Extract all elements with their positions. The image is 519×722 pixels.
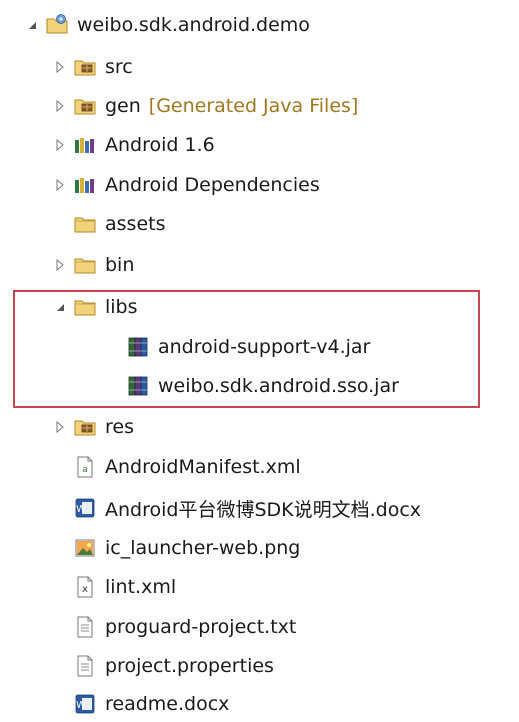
expanded-arrow-icon[interactable] (53, 300, 67, 314)
tree-item-file[interactable]: project.properties (73, 649, 274, 683)
tree-item-label: src (105, 56, 133, 78)
source-folder-icon (73, 94, 97, 118)
folder-icon (73, 295, 97, 319)
tree-item-label: weibo.sdk.android.demo (77, 14, 310, 36)
resource-folder-icon (73, 415, 97, 439)
tree-item-android-library[interactable]: Android 1.6 (53, 128, 215, 162)
tree-item-label: AndroidManifest.xml (105, 456, 301, 478)
collapsed-arrow-icon[interactable] (53, 60, 67, 74)
text-file-icon (73, 654, 97, 678)
tree-item-label: proguard-project.txt (105, 616, 297, 638)
source-folder-icon (73, 55, 97, 79)
collapsed-arrow-icon[interactable] (53, 99, 67, 113)
tree-item-label: Android平台微博SDK说明文档.docx (105, 498, 422, 521)
tree-item-file[interactable]: Android平台微博SDK说明文档.docx (73, 491, 421, 525)
project-explorer-tree: weibo.sdk.android.demo src gen [Generate… (0, 0, 519, 722)
xml-manifest-icon (73, 455, 97, 479)
tree-item-bin[interactable]: bin (53, 248, 134, 282)
tree-item-src[interactable]: src (53, 50, 133, 84)
generated-files-suffix: [Generated Java Files] (148, 95, 359, 117)
tree-item-label: Android Dependencies (105, 174, 320, 196)
library-container-icon (73, 133, 97, 157)
tree-item-label: ic_launcher-web.png (105, 537, 301, 559)
android-project-folder-icon (45, 13, 69, 37)
tree-item-res[interactable]: res (53, 410, 134, 444)
tree-item-label: gen (105, 95, 141, 117)
tree-item-jar[interactable]: weibo.sdk.android.sso.jar (126, 369, 399, 403)
tree-item-label: libs (105, 296, 138, 318)
tree-item-project[interactable]: weibo.sdk.android.demo (25, 8, 310, 42)
tree-item-file[interactable]: ic_launcher-web.png (73, 531, 300, 565)
tree-item-file[interactable]: proguard-project.txt (73, 610, 296, 644)
word-doc-icon (73, 496, 97, 520)
tree-item-label: Android 1.6 (105, 134, 215, 156)
jar-file-icon (126, 374, 150, 398)
tree-item-jar[interactable]: android-support-v4.jar (126, 330, 370, 364)
collapsed-arrow-icon[interactable] (53, 258, 67, 272)
expanded-arrow-icon[interactable] (25, 18, 39, 32)
tree-item-label: android-support-v4.jar (158, 336, 371, 358)
tree-item-label: project.properties (105, 655, 274, 677)
text-file-icon (73, 615, 97, 639)
library-container-icon (73, 173, 97, 197)
tree-item-file[interactable]: readme.docx (73, 687, 229, 721)
tree-item-label: assets (105, 213, 166, 235)
tree-item-file[interactable]: lint.xml (73, 570, 176, 604)
image-file-icon (73, 536, 97, 560)
tree-item-label: lint.xml (105, 576, 177, 598)
tree-item-android-dependencies[interactable]: Android Dependencies (53, 168, 320, 202)
tree-item-label: readme.docx (105, 693, 230, 715)
tree-item-label: res (105, 416, 134, 438)
word-doc-icon (73, 692, 97, 716)
tree-item-label: bin (105, 254, 135, 276)
collapsed-arrow-icon[interactable] (53, 420, 67, 434)
folder-icon (73, 212, 97, 236)
tree-item-file[interactable]: AndroidManifest.xml (73, 450, 301, 484)
collapsed-arrow-icon[interactable] (53, 138, 67, 152)
tree-item-assets[interactable]: assets (73, 207, 165, 241)
xml-file-icon (73, 575, 97, 599)
jar-file-icon (126, 335, 150, 359)
folder-icon (73, 253, 97, 277)
tree-item-libs[interactable]: libs (53, 290, 138, 324)
tree-item-gen[interactable]: gen [Generated Java Files] (53, 89, 358, 123)
tree-item-label: weibo.sdk.android.sso.jar (158, 375, 399, 397)
collapsed-arrow-icon[interactable] (53, 178, 67, 192)
